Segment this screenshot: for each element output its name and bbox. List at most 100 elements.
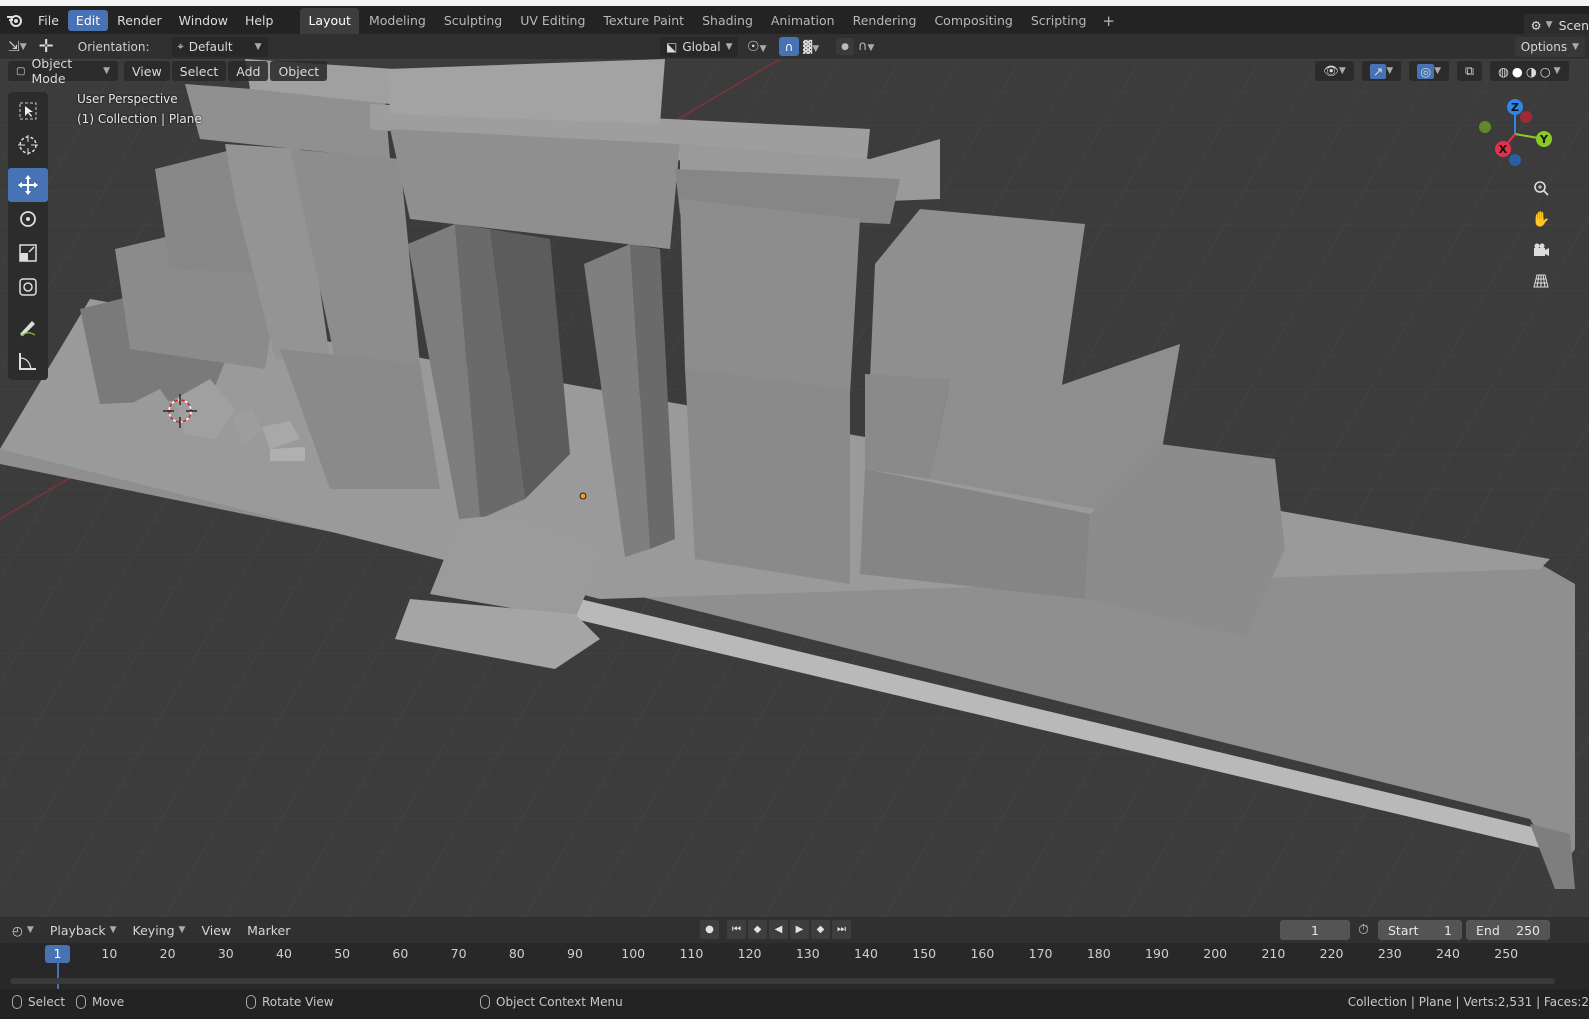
annotate-tool[interactable] — [8, 310, 48, 344]
menu-window[interactable]: Window — [171, 10, 236, 31]
snap-toggle[interactable]: ∩ — [779, 37, 799, 56]
camera-icon[interactable] — [1527, 236, 1555, 264]
chevron-down-icon: ▼ — [1338, 66, 1346, 76]
start-value: 1 — [1444, 922, 1452, 938]
viewport-header: ▢ Object Mode ▼ View Select Add Object 👁… — [0, 56, 1589, 86]
snap-target-dropdown[interactable]: ▓▼ — [803, 40, 819, 54]
pivot-point-dropdown[interactable]: ☉▼ — [747, 39, 766, 55]
keying-menu[interactable]: Keying ▼ — [125, 923, 194, 938]
object-origin — [579, 492, 587, 500]
navigation-gizmo[interactable]: Z Y X — [1472, 96, 1562, 176]
visibility-dropdown[interactable]: 👁 ▼ — [1315, 61, 1354, 81]
collection-label: (1) Collection | Plane — [77, 112, 202, 126]
tab-texture-paint[interactable]: Texture Paint — [595, 8, 692, 34]
tab-animation[interactable]: Animation — [763, 8, 843, 34]
select-box-tool[interactable] — [8, 94, 48, 128]
stopwatch-icon[interactable]: ⏱ — [1358, 922, 1369, 938]
jump-end-icon[interactable]: ⏭ — [832, 920, 851, 939]
add-workspace-button[interactable]: + — [1096, 8, 1121, 34]
start-frame-field[interactable]: Start 1 — [1378, 920, 1462, 940]
tab-scripting[interactable]: Scripting — [1023, 8, 1095, 34]
status-select: Select — [12, 995, 65, 1009]
falloff-dropdown[interactable]: ∩▼ — [858, 39, 874, 54]
frame-ruler[interactable]: 10 20 30 40 50 60 70 80 90 100 110 120 130 140 150 160 1… — [0, 943, 1589, 965]
rotate-tool[interactable] — [8, 202, 48, 236]
ruler-tick-210: 210 — [1261, 946, 1286, 961]
scene-selector[interactable]: ⚙ ▼ Scen — [1524, 14, 1589, 36]
menu-help[interactable]: Help — [237, 10, 282, 31]
ruler-tick-120: 120 — [737, 946, 762, 961]
ruler-tick-70: 70 — [450, 946, 467, 961]
pan-hand-icon[interactable]: ✋ — [1527, 205, 1555, 233]
viewport-menu-view[interactable]: View — [124, 61, 170, 81]
timeline-editor-type[interactable]: ◴ ▼ — [4, 923, 42, 938]
editor-type-selector[interactable]: ⇲ ▼ — [8, 39, 27, 55]
gizmo-toggle[interactable]: ↗ ▼ — [1361, 61, 1402, 81]
orientation-dropdown[interactable]: ⌖ Default ▼ — [171, 36, 268, 57]
status-context: Object Context Menu — [480, 995, 623, 1009]
chevron-down-icon: ▼ — [109, 925, 117, 935]
chevron-down-icon: ▼ — [1434, 66, 1442, 76]
timeline-view-menu[interactable]: View — [193, 923, 239, 938]
timeline-area[interactable]: 10 20 30 40 50 60 70 80 90 100 110 120 130 140 150 160 1… — [0, 943, 1589, 989]
chevron-down-icon: ▼ — [103, 66, 110, 76]
gizmo-z-label: Z — [1511, 101, 1519, 114]
end-frame-field[interactable]: End 250 — [1466, 920, 1550, 940]
perspective-grid-icon[interactable] — [1527, 267, 1555, 295]
magnet-icon: ∩ — [784, 39, 794, 54]
tab-modeling[interactable]: Modeling — [361, 8, 434, 34]
cursor-tool[interactable] — [8, 128, 48, 162]
end-label: End — [1476, 922, 1500, 938]
chevron-down-icon[interactable]: ▼ — [1554, 66, 1561, 76]
menu-edit[interactable]: Edit — [67, 9, 109, 31]
zoom-icon[interactable] — [1527, 174, 1555, 202]
ruler-tick-150: 150 — [912, 946, 937, 961]
timeline-scrollbar[interactable] — [10, 978, 1555, 984]
transform-orientation-dropdown[interactable]: ⬕ Global ▼ — [660, 36, 738, 57]
viewport-menu-select[interactable]: Select — [171, 61, 227, 81]
3d-viewport[interactable] — [0, 59, 1589, 917]
rendered-shading-icon[interactable]: ○ — [1540, 64, 1551, 79]
transform-tool[interactable] — [8, 270, 48, 304]
tab-compositing[interactable]: Compositing — [926, 8, 1020, 34]
proportional-edit-toggle[interactable]: ● — [836, 38, 854, 55]
options-dropdown[interactable]: Options ▼ — [1514, 36, 1585, 57]
tab-shading[interactable]: Shading — [694, 8, 761, 34]
mode-selector[interactable]: ▢ Object Mode ▼ — [8, 56, 118, 86]
menu-render[interactable]: Render — [109, 10, 170, 31]
blender-logo-icon[interactable] — [0, 6, 30, 34]
ruler-tick-80: 80 — [508, 946, 525, 961]
status-rotate-label: Rotate View — [262, 995, 334, 1009]
menu-file[interactable]: File — [30, 10, 67, 31]
tab-layout[interactable]: Layout — [300, 8, 359, 34]
overlays-toggle[interactable]: ◎ ▼ — [1409, 61, 1450, 81]
ruler-tick-130: 130 — [795, 946, 820, 961]
ruler-tick-40: 40 — [276, 946, 292, 961]
tab-sculpting[interactable]: Sculpting — [436, 8, 510, 34]
tab-uv-editing[interactable]: UV Editing — [512, 8, 593, 34]
jump-start-icon[interactable]: ⏮ — [727, 920, 746, 939]
wireframe-shading-icon[interactable]: ◍ — [1498, 64, 1509, 79]
viewport-menu-object[interactable]: Object — [270, 61, 328, 81]
next-keyframe-icon[interactable]: ◆ — [811, 920, 830, 939]
scene-render[interactable] — [0, 59, 1589, 917]
move-tool[interactable] — [8, 168, 48, 202]
record-icon[interactable]: ● — [700, 920, 719, 939]
move-gizmo-icon[interactable]: ✛ — [39, 36, 54, 57]
playback-menu[interactable]: Playback ▼ — [42, 923, 125, 938]
measure-tool[interactable] — [8, 344, 48, 378]
play-reverse-icon[interactable]: ◀ — [769, 920, 788, 939]
prev-keyframe-icon[interactable]: ◆ — [748, 920, 767, 939]
solid-shading-icon[interactable]: ● — [1512, 64, 1523, 79]
playhead-frame[interactable]: 1 — [45, 945, 70, 963]
viewport-menu-add[interactable]: Add — [228, 61, 269, 81]
marker-menu[interactable]: Marker — [239, 923, 298, 938]
ruler-tick-60: 60 — [392, 946, 409, 961]
play-icon[interactable]: ▶ — [790, 920, 809, 939]
current-frame-field[interactable]: 1 — [1280, 920, 1350, 940]
scale-tool[interactable] — [8, 236, 48, 270]
tab-rendering[interactable]: Rendering — [845, 8, 925, 34]
material-shading-icon[interactable]: ◑ — [1526, 64, 1537, 79]
xray-toggle[interactable]: ⧉ — [1457, 61, 1482, 81]
playback-controls: ● ⏮ ◆ ◀ ▶ ◆ ⏭ — [700, 920, 851, 939]
